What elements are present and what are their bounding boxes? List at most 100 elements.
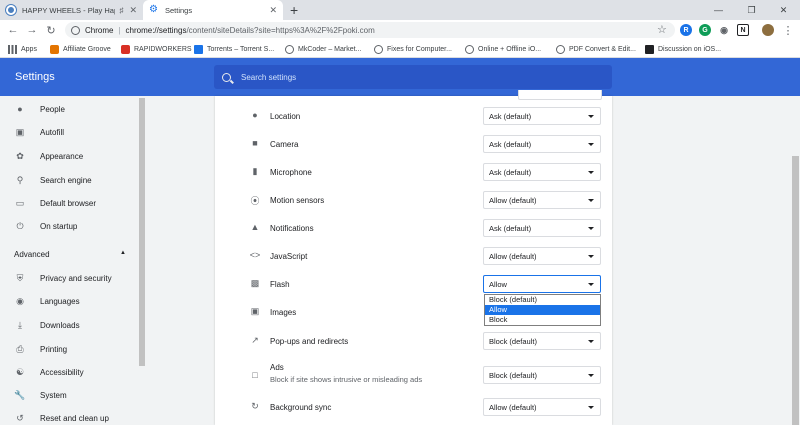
close-tab-icon[interactable]: ✕ (269, 5, 277, 16)
permission-label: Flash (270, 280, 290, 289)
bookmark-apps[interactable]: Apps (8, 43, 37, 55)
select-value: Block (default) (489, 336, 537, 346)
permission-label: Ads (270, 363, 284, 372)
apps-grid-icon (8, 44, 17, 54)
bookmark-affiliate-groove[interactable]: Affiliate Groove (50, 43, 111, 55)
flash-select[interactable]: Allow (483, 275, 601, 293)
sidebar-scrollbar[interactable] (138, 96, 146, 425)
popups-select[interactable]: Block (default) (483, 332, 601, 350)
restore-button[interactable]: ❐ (735, 0, 768, 20)
extension-r-icon[interactable]: R (680, 24, 692, 36)
torrent-icon (194, 44, 203, 54)
bookmark-label: Torrents – Torrent S... (207, 45, 275, 53)
settings-gear-icon: ⚙ (149, 4, 158, 15)
sidebar-advanced-toggle[interactable]: Advanced ▲ (14, 250, 126, 259)
bookmark-pdf-convert[interactable]: PDF Convert & Edit... (556, 43, 636, 55)
reload-button[interactable]: ↻ (44, 23, 58, 37)
close-tab-icon[interactable]: ✕ (129, 5, 137, 16)
javascript-select[interactable]: Allow (default) (483, 247, 601, 265)
minimize-button[interactable]: — (702, 0, 735, 20)
permission-row-location: ● Location Ask (default) (215, 102, 612, 130)
permission-label: Location (270, 112, 301, 121)
sidebar-item-people[interactable]: ● People (0, 99, 136, 119)
sidebar-item-printing[interactable]: ⎙ Printing (0, 339, 136, 359)
tab-happy-wheels[interactable]: HAPPY WHEELS - Play Happ ♯ ✕ (0, 0, 143, 20)
select-value: Ask (default) (489, 111, 532, 121)
bookmark-fixes-for-computer[interactable]: Fixes for Computer... (374, 43, 452, 55)
partial-select-control[interactable] (518, 90, 602, 100)
new-tab-button[interactable]: + (290, 2, 298, 18)
location-select[interactable]: Ask (default) (483, 107, 601, 125)
bookmark-torrents[interactable]: Torrents – Torrent S... (194, 43, 274, 55)
motion-sensors-select[interactable]: Allow (default) (483, 191, 601, 209)
back-button[interactable]: ← (6, 23, 20, 37)
accessibility-icon: ☯ (15, 366, 25, 377)
chrome-site-icon[interactable] (71, 25, 80, 35)
search-box[interactable] (214, 65, 612, 89)
camera-select[interactable]: Ask (default) (483, 135, 601, 153)
sidebar-item-system[interactable]: 🔧 System (0, 385, 136, 405)
printer-icon: ⎙ (16, 343, 24, 354)
profile-avatar[interactable] (762, 24, 774, 36)
advanced-label: Advanced (14, 250, 50, 259)
select-value: Allow (default) (489, 195, 537, 205)
bookmark-discussion-ios[interactable]: Discussion on iOS... (645, 43, 721, 55)
sidebar-item-default-browser[interactable]: ▭ Default browser (0, 193, 136, 213)
sidebar-item-label: Privacy and security (40, 273, 112, 283)
dropdown-option-block[interactable]: Block (485, 315, 600, 325)
bookmark-star-icon[interactable]: ☆ (657, 23, 667, 36)
chrome-menu-icon[interactable]: ⋮ (781, 23, 795, 37)
extension-camera-icon[interactable]: ◉ (718, 24, 730, 36)
sidebar-item-label: Autofill (40, 127, 65, 137)
bookmark-label: Online + Offline iO... (478, 45, 542, 53)
bookmark-label: Fixes for Computer... (387, 45, 452, 53)
sidebar-item-languages[interactable]: ◉ Languages (0, 291, 136, 311)
bookmark-label: PDF Convert & Edit... (569, 45, 636, 53)
globe-icon: ◉ (16, 295, 24, 306)
microphone-icon: ▮ (252, 166, 258, 176)
page-scrollbar-thumb[interactable] (792, 156, 799, 425)
sidebar-item-privacy-security[interactable]: ⛨ Privacy and security (0, 268, 136, 288)
select-value: Allow (default) (489, 251, 537, 261)
ads-select[interactable]: Block (default) (483, 366, 601, 384)
bookmark-label: RAPIDWORKERS (134, 45, 192, 53)
tab-settings[interactable]: ⚙ Settings ✕ (143, 0, 283, 20)
clipboard-icon: ▣ (15, 126, 25, 137)
sidebar-item-search-engine[interactable]: ⚲ Search engine (0, 170, 136, 190)
search-input[interactable] (241, 72, 541, 82)
sidebar-item-label: On startup (40, 221, 78, 231)
background-sync-select[interactable]: Allow (default) (483, 398, 601, 416)
extension-n-icon[interactable]: N (737, 24, 749, 36)
sidebar-item-autofill[interactable]: ▣ Autofill (0, 122, 136, 142)
dropdown-option-allow[interactable]: Allow (485, 305, 600, 315)
notifications-select[interactable]: Ask (default) (483, 219, 601, 237)
rapidworkers-icon (121, 44, 130, 54)
permission-row-notifications: ▲ Notifications Ask (default) (215, 214, 612, 242)
search-icon: ⚲ (16, 174, 24, 185)
dropdown-option-block-default[interactable]: Block (default) (485, 295, 600, 305)
sidebar-scrollbar-thumb[interactable] (139, 98, 145, 366)
sidebar-item-downloads[interactable]: ⤓ Downloads (0, 315, 136, 335)
palette-icon: ✿ (16, 150, 24, 161)
permission-row-ads: □ Ads Block if site shows intrusive or m… (215, 358, 612, 392)
flash-dropdown-list: Block (default) Allow Block (484, 294, 601, 326)
forward-button[interactable]: → (25, 23, 39, 37)
caret-down-icon (588, 143, 594, 146)
audio-playing-icon[interactable]: ♯ (119, 6, 123, 15)
microphone-select[interactable]: Ask (default) (483, 163, 601, 181)
select-value: Ask (default) (489, 223, 532, 233)
sidebar-item-accessibility[interactable]: ☯ Accessibility (0, 362, 136, 382)
sidebar-item-on-startup[interactable]: ⏻ On startup (0, 216, 136, 236)
page-scrollbar[interactable] (791, 96, 800, 425)
address-bar[interactable]: Chrome | chrome://settings /content/site… (65, 22, 675, 38)
sidebar-item-appearance[interactable]: ✿ Appearance (0, 146, 136, 166)
close-window-button[interactable]: ✕ (767, 0, 800, 20)
bookmark-online-offline-ios[interactable]: Online + Offline iO... (465, 43, 541, 55)
extension-grammarly-icon[interactable]: G (699, 24, 711, 36)
sidebar-item-reset-clean-up[interactable]: ↺ Reset and clean up (0, 408, 136, 425)
bookmark-rapidworkers[interactable]: RAPIDWORKERS (121, 43, 192, 55)
motion-sensor-icon: ⦿ (250, 196, 260, 206)
image-icon: ▣ (250, 306, 260, 316)
bookmarks-bar: Apps Affiliate Groove RAPIDWORKERS Torre… (0, 40, 800, 58)
bookmark-mkcoder[interactable]: MkCoder – Market... (285, 43, 361, 55)
